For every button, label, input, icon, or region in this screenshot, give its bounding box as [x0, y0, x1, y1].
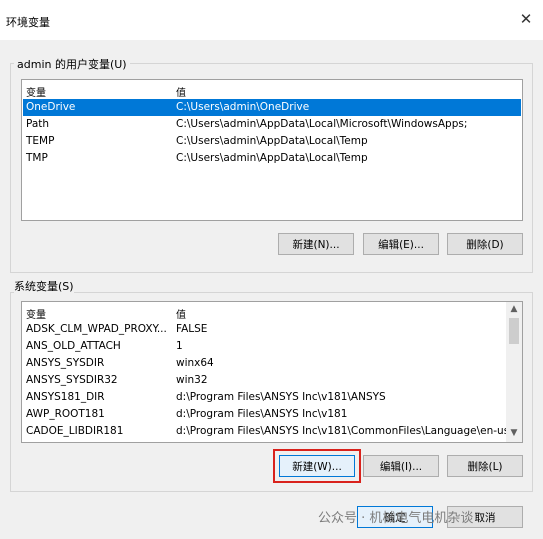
sys-edit-button[interactable]: 编辑(I)...	[363, 455, 439, 477]
title-bar: 环境变量 ✕	[0, 0, 543, 40]
col-header-value[interactable]: 值	[176, 84, 186, 99]
table-row[interactable]: ANS_OLD_ATTACH 1	[23, 338, 505, 355]
sys-vars-header: 变量 值	[22, 302, 522, 321]
table-row[interactable]: CADOE_LIBDIR181 d:\Program Files\ANSYS In…	[23, 423, 509, 440]
table-row[interactable]: ANSYS181_DIR d:\Program Files\ANSYS Inc\v…	[23, 389, 505, 406]
table-row[interactable]: TEMP C:\Users\admin\AppData\Local\Temp	[23, 133, 521, 150]
col-header-variable[interactable]: 变量	[26, 306, 46, 321]
variable-value: C:\Users\admin\OneDrive	[176, 101, 310, 113]
sys-vars-list[interactable]: 变量 值 ADSK_CLM_WPAD_PROXY... FALSE ANS_OLD_…	[21, 301, 523, 443]
variable-value: C:\Users\admin\AppData\Local\Microsoft\W…	[176, 118, 468, 130]
variable-value: d:\Program Files\ANSYS Inc\v181	[176, 408, 348, 420]
variable-name: Path	[26, 118, 50, 130]
user-edit-button[interactable]: 编辑(E)...	[363, 233, 439, 255]
col-header-value[interactable]: 值	[176, 306, 186, 321]
window-title: 环境变量	[6, 16, 50, 29]
variable-value: win32	[176, 374, 208, 386]
sys-vars-group-label: 系统变量(S)	[14, 278, 74, 294]
variable-value: 1	[176, 340, 183, 352]
table-row[interactable]: ADSK_CLM_WPAD_PROXY... FALSE	[23, 321, 505, 338]
close-icon[interactable]: ✕	[517, 10, 535, 28]
variable-value: D:\PROGRA~2\CARBI2~1.0\bin;D:\PROGRA~2\C…	[176, 442, 494, 443]
user-vars-group-label: admin 的用户变量(U)	[14, 56, 130, 72]
table-row[interactable]: OneDrive C:\Users\admin\OneDrive	[23, 99, 521, 116]
variable-name: ADSK_CLM_WPAD_PROXY...	[26, 323, 167, 335]
col-header-variable[interactable]: 变量	[26, 84, 46, 99]
variable-name: OneDrive	[26, 101, 76, 113]
scroll-thumb[interactable]	[509, 318, 519, 344]
variable-name: ANSYS181_DIR	[26, 391, 105, 403]
dialog-body: admin 的用户变量(U) 变量 值 OneDrive C:\Users\adm…	[0, 40, 543, 539]
sys-delete-button[interactable]: 删除(L)	[447, 455, 523, 477]
variable-value: FALSE	[176, 323, 208, 335]
table-row[interactable]: ANSYS_SYSDIR winx64	[23, 355, 505, 372]
variable-name: AWP_ROOT181	[26, 408, 105, 420]
table-row[interactable]: ANSYS_SYSDIR32 win32	[23, 372, 505, 389]
variable-value: winx64	[176, 357, 214, 369]
table-row[interactable]: AWP_ROOT181 d:\Program Files\ANSYS Inc\v1…	[23, 406, 505, 423]
variable-name: CARBI2 20.0_path	[26, 442, 121, 443]
variable-name: TMP	[26, 152, 48, 164]
sys-vars-scrollbar[interactable]: ▲ ▼	[506, 302, 522, 442]
table-row[interactable]: Path C:\Users\admin\AppData\Local\Microso…	[23, 116, 521, 133]
variable-name: CADOE_LIBDIR181	[26, 425, 124, 437]
table-row[interactable]: CARBI2 20.0_path D:\PROGRA~2\CARBI2~1.0\b…	[23, 440, 505, 443]
variable-name: TEMP	[26, 135, 55, 147]
user-new-button[interactable]: 新建(N)...	[278, 233, 354, 255]
variable-name: ANSYS_SYSDIR	[26, 357, 105, 369]
watermark: 公众号 · 机械电气电机杂谈	[318, 511, 474, 526]
variable-value: C:\Users\admin\AppData\Local\Temp	[176, 152, 368, 164]
user-vars-header: 变量 值	[22, 80, 522, 99]
highlight-box	[273, 449, 361, 483]
user-delete-button[interactable]: 删除(D)	[447, 233, 523, 255]
variable-name: ANSYS_SYSDIR32	[26, 374, 118, 386]
variable-value: d:\Program Files\ANSYS Inc\v181\CommonFi…	[176, 425, 510, 437]
variable-value: C:\Users\admin\AppData\Local\Temp	[176, 135, 368, 147]
variable-value: d:\Program Files\ANSYS Inc\v181\ANSYS	[176, 391, 386, 403]
scroll-down-icon[interactable]: ▼	[506, 428, 522, 438]
variable-name: ANS_OLD_ATTACH	[26, 340, 121, 352]
table-row[interactable]: TMP C:\Users\admin\AppData\Local\Temp	[23, 150, 521, 167]
scroll-up-icon[interactable]: ▲	[506, 304, 522, 314]
user-vars-list[interactable]: 变量 值 OneDrive C:\Users\admin\OneDrive Path…	[21, 79, 523, 221]
